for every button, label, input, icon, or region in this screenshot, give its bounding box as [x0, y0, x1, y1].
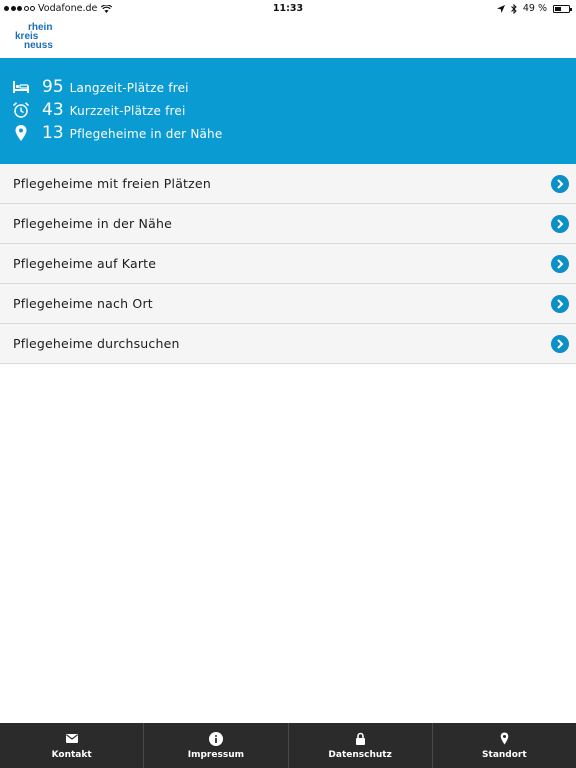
tab-standort[interactable]: Standort: [433, 723, 576, 768]
rhein-kreis-neuss-logo[interactable]: rhein kreis neuss: [15, 21, 55, 51]
chevron-right-circle-icon[interactable]: [551, 215, 569, 233]
chevron-right-circle-icon[interactable]: [551, 295, 569, 313]
tab-impressum[interactable]: Impressum: [144, 723, 289, 768]
battery-icon: [553, 4, 572, 13]
stat-nearby: 13 Pflegeheime in der Nähe: [12, 123, 222, 143]
menu-item-by-location[interactable]: Pflegeheime nach Ort: [0, 284, 576, 324]
menu-item-label: Pflegeheime auf Karte: [13, 256, 157, 271]
info-icon: [208, 731, 223, 746]
bed-icon: [13, 81, 29, 93]
menu-item-free-places[interactable]: Pflegeheime mit freien Plätzen: [0, 164, 576, 204]
status-bar: Vodafone.de 11:33 49 %: [0, 0, 576, 17]
tab-label: Datenschutz: [328, 749, 392, 760]
menu-item-label: Pflegeheime nach Ort: [13, 296, 153, 311]
availability-stats-panel: 95 Langzeit-Plätze frei 43 Kurzzeit-Plät…: [0, 58, 576, 164]
logo-line-3: neuss: [24, 40, 53, 51]
menu-item-search[interactable]: Pflegeheime durchsuchen: [0, 324, 576, 364]
menu-item-label: Pflegeheime durchsuchen: [13, 336, 180, 351]
tab-label: Impressum: [187, 749, 244, 760]
bottom-tab-bar: Kontakt Impressum Datenschutz Standort: [0, 723, 576, 768]
location-arrow-icon: [496, 4, 505, 13]
short-term-count: 43: [42, 100, 64, 120]
battery-fill: [555, 6, 562, 11]
bluetooth-icon: [511, 3, 517, 14]
menu-item-label: Pflegeheime mit freien Plätzen: [13, 176, 211, 191]
tab-kontakt[interactable]: Kontakt: [0, 723, 145, 768]
short-term-label: Kurzzeit-Plätze frei: [69, 104, 186, 118]
long-term-label: Langzeit-Plätze frei: [69, 81, 189, 95]
location-pin-icon: [15, 125, 27, 141]
nearby-label: Pflegeheime in der Nähe: [69, 127, 223, 141]
stat-long-term: 95 Langzeit-Plätze frei: [12, 77, 189, 97]
lock-icon: [353, 732, 367, 746]
menu-item-map[interactable]: Pflegeheime auf Karte: [0, 244, 576, 284]
envelope-icon: [65, 732, 79, 746]
nursing-home-menu: Pflegeheime mit freien Plätzen Pflegehei…: [0, 164, 576, 364]
tab-label: Standort: [482, 749, 527, 760]
chevron-right-circle-icon[interactable]: [551, 335, 569, 353]
chevron-right-circle-icon[interactable]: [551, 175, 569, 193]
stat-short-term: 43 Kurzzeit-Plätze frei: [12, 100, 186, 120]
menu-item-label: Pflegeheime in der Nähe: [13, 216, 172, 231]
long-term-count: 95: [42, 77, 64, 97]
location-pin-icon: [497, 732, 511, 746]
tab-datenschutz[interactable]: Datenschutz: [289, 723, 433, 768]
alarm-clock-icon: [12, 102, 30, 118]
clock: 11:33: [272, 3, 304, 14]
menu-item-nearby[interactable]: Pflegeheime in der Nähe: [0, 204, 576, 244]
battery-percent: 49 %: [522, 3, 547, 14]
tab-label: Kontakt: [51, 749, 92, 760]
status-right: 49 %: [496, 3, 572, 14]
app-header: rhein kreis neuss: [0, 17, 576, 58]
chevron-right-circle-icon[interactable]: [551, 255, 569, 273]
nearby-count: 13: [42, 123, 64, 143]
